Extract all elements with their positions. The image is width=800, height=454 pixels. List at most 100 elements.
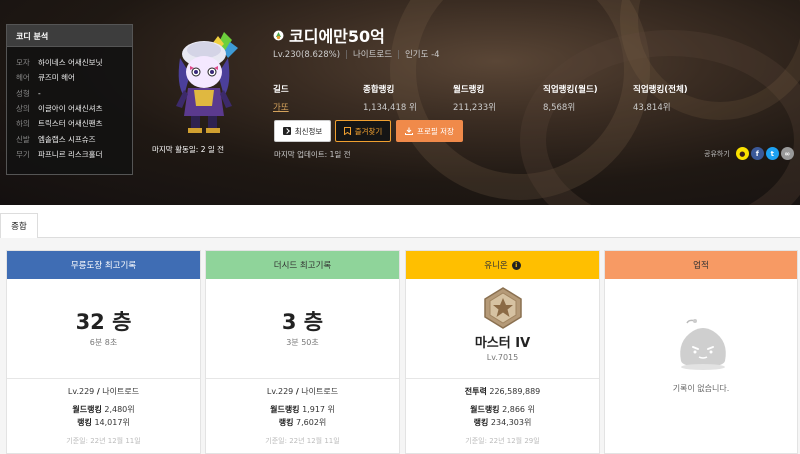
- save-profile-button[interactable]: 프로필 저장: [396, 120, 463, 142]
- world-rank-line: 월드랭킹 2,480위: [7, 404, 200, 417]
- tab-bar: 종합: [0, 205, 800, 238]
- record-level: Lv.229: [67, 387, 95, 396]
- refresh-icon: [282, 127, 291, 135]
- character-level: Lv.230(8.628%): [273, 50, 341, 60]
- codi-panel-title: 코디 분석: [7, 25, 132, 47]
- dojang-record-card: 무릉도장 최고기록 32 층 6분 8초 Lv.229 / 나이트로드 월드랭킹…: [6, 250, 201, 454]
- stat-overall-rank: 종합랭킹 1,134,418 위: [363, 83, 417, 113]
- codi-row: 상의 이글아이 어새신셔츠: [16, 101, 132, 116]
- codi-item-name: 큐즈미 헤어: [38, 73, 75, 83]
- share-label: 공유하기: [704, 149, 730, 158]
- stat-guild: 길드 가또: [273, 83, 289, 113]
- empty-slime-icon: [680, 319, 726, 370]
- favorite-label: 즐겨찾기: [354, 126, 383, 136]
- card-footer: 전투력 226,589,889 월드랭킹 2,866 위 랭킹 234,303위…: [406, 379, 599, 446]
- union-grade-emblem: [484, 287, 522, 329]
- stat-label: 월드랭킹: [453, 85, 485, 95]
- codi-slot-label: 모자: [16, 58, 30, 68]
- record-job: 나이트로드: [102, 387, 140, 396]
- stat-value: 8,568위: [543, 103, 576, 113]
- card-title: 유니온: [484, 261, 508, 271]
- world-rank-line: 월드랭킹 1,917 위: [206, 404, 399, 417]
- download-icon: [405, 127, 414, 135]
- profile-header: 코디 분석 모자 하이네스 어새신보닛 헤어 큐즈미 헤어 성형 - 상의 이글아이 어…: [0, 0, 800, 205]
- info-icon[interactable]: i: [511, 260, 521, 270]
- card-footer: Lv.229 / 나이트로드 월드랭킹 2,480위 랭킹 14,017위 기준…: [7, 379, 200, 446]
- power-label: 전투력: [464, 387, 487, 396]
- union-grade: 마스터 IV: [474, 336, 531, 351]
- stat-label: 직업랭킹(월드): [543, 85, 598, 95]
- rank-value: 234,303위: [490, 418, 532, 427]
- codi-row: 하의 트릭스터 어새신팬츠: [16, 116, 132, 131]
- rank-label: 랭킹: [473, 418, 489, 427]
- favorite-button[interactable]: 즐겨찾기: [335, 120, 391, 142]
- card-header: 무릉도장 최고기록: [7, 251, 200, 279]
- seed-time: 3분 50초: [286, 338, 319, 347]
- world-rank-label: 월드랭킹: [270, 405, 300, 414]
- record-level-job: Lv.229 / 나이트로드: [266, 387, 339, 396]
- rank-line: 랭킹 7,602위: [206, 417, 399, 430]
- codi-item-name: 이글아이 어새신셔츠: [38, 104, 103, 114]
- refresh-label: 최신정보: [294, 126, 323, 136]
- record-date: 기준일: 22년 12월 29일: [465, 437, 540, 445]
- save-profile-label: 프로필 저장: [417, 126, 454, 136]
- character-popularity: 인기도 -4: [404, 50, 440, 60]
- rank-label: 랭킹: [77, 418, 92, 427]
- record-job: 나이트로드: [301, 387, 339, 396]
- card-body: 3 층 3분 50초: [206, 279, 399, 379]
- world-rank-line: 월드랭킹 2,866 위: [406, 404, 599, 417]
- codi-row: 성형 -: [16, 86, 132, 101]
- card-title: 업적: [693, 261, 709, 271]
- character-avatar: [176, 32, 238, 133]
- link-share-icon[interactable]: ∞: [780, 147, 794, 160]
- facebook-share-icon[interactable]: f: [750, 147, 764, 160]
- stat-job-world-rank: 직업랭킹(월드) 8,568위: [543, 83, 598, 113]
- card-header: 더시드 최고기록: [206, 251, 399, 279]
- rank-line: 랭킹 14,017위: [7, 417, 200, 430]
- dojang-time: 6분 8초: [89, 338, 118, 347]
- character-name-row: 코디에만50억: [273, 23, 385, 47]
- codi-item-name: 트릭스터 어새신팬츠: [38, 119, 103, 129]
- world-rank-label: 월드랭킹: [72, 405, 102, 414]
- tab-summary[interactable]: 종합: [0, 213, 38, 238]
- record-date: 기준일: 22년 12월 11일: [265, 437, 340, 445]
- world-icon: [273, 30, 284, 40]
- power-value: 226,589,889: [489, 387, 541, 396]
- rank-line: 랭킹 234,303위: [406, 417, 599, 430]
- codi-slot-label: 헤어: [16, 73, 30, 83]
- stat-job-total-rank: 직업랭킹(전체) 43,814위: [633, 83, 688, 113]
- world-rank-label: 월드랭킹: [470, 405, 500, 414]
- union-card: 유니온 i 마스터 IV Lv.7015 전투력 226,589,889 월드랭…: [405, 250, 600, 454]
- twitter-share-icon[interactable]: t: [765, 147, 779, 160]
- codi-row: 무기 파프니르 리스크홀더: [16, 147, 132, 162]
- bookmark-icon: [343, 127, 351, 135]
- codi-item-name: 엠솔랩스 시프슈즈: [38, 134, 96, 144]
- kakao-share-icon[interactable]: ●: [735, 147, 749, 160]
- last-active-date: 마지막 활동일: 2 일 전: [152, 145, 225, 154]
- card-body: 32 층 6분 8초: [7, 279, 200, 379]
- rank-value: 7,602위: [296, 418, 327, 427]
- guild-link[interactable]: 가또: [273, 101, 289, 113]
- union-level: Lv.7015: [486, 353, 519, 362]
- card-body: 마스터 IV Lv.7015: [406, 279, 599, 379]
- codi-analysis-panel: 코디 분석 모자 하이네스 어새신보닛 헤어 큐즈미 헤어 성형 - 상의 이글아이 어…: [6, 24, 133, 175]
- rank-value: 14,017위: [94, 418, 130, 427]
- stat-label: 종합랭킹: [363, 85, 395, 95]
- codi-slot-label: 상의: [16, 104, 30, 114]
- codi-slot-label: 무기: [16, 149, 30, 159]
- seed-record-card: 더시드 최고기록 3 층 3분 50초 Lv.229 / 나이트로드 월드랭킹 …: [205, 250, 400, 454]
- codi-slot-label: 신발: [16, 134, 30, 144]
- codi-item-name: -: [38, 88, 41, 98]
- card-title: 무릉도장 최고기록: [70, 261, 137, 271]
- refresh-button[interactable]: 최신정보: [274, 120, 331, 142]
- record-date: 기준일: 22년 12월 11일: [66, 437, 141, 445]
- codi-row: 신발 엠솔랩스 시프슈즈: [16, 131, 132, 146]
- codi-row: 모자 하이네스 어새신보닛: [16, 55, 132, 70]
- stat-value: 1,134,418 위: [363, 103, 417, 113]
- stat-label: 직업랭킹(전체): [633, 85, 688, 95]
- character-level-line: Lv.230(8.628%) | 나이트로드 | 인기도 -4: [273, 50, 440, 60]
- union-power-line: 전투력 226,589,889: [406, 386, 599, 404]
- card-footer: Lv.229 / 나이트로드 월드랭킹 1,917 위 랭킹 7,602위 기준…: [206, 379, 399, 446]
- achievement-card: 업적 기록이 없습니다.: [604, 250, 798, 454]
- empty-message: 기록이 없습니다.: [672, 384, 730, 393]
